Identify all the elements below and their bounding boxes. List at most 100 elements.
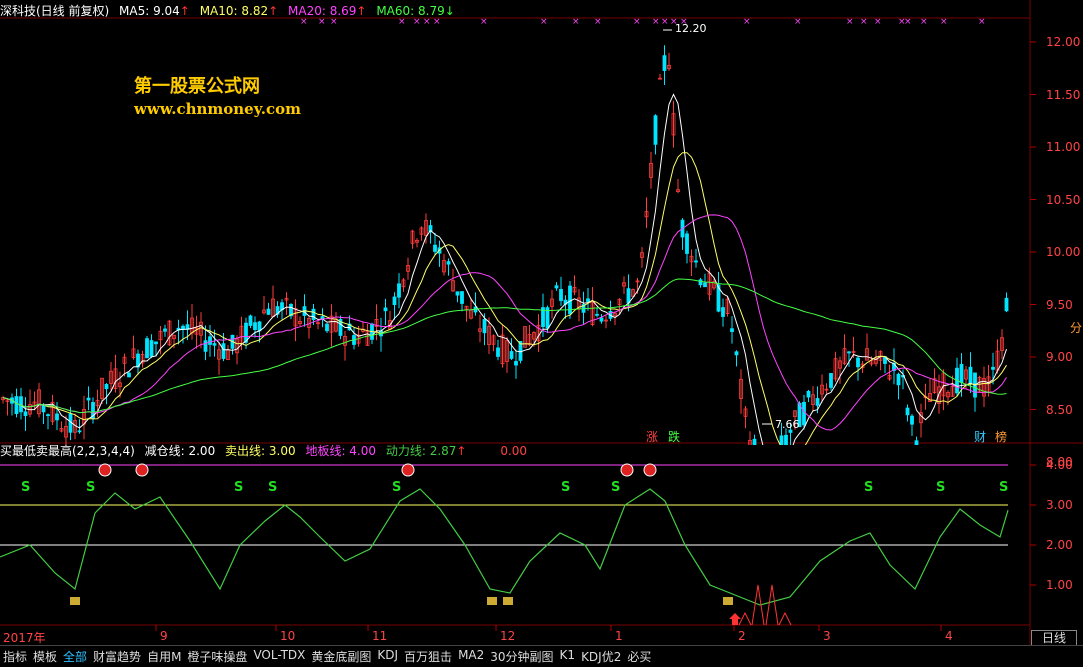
indicator-tab[interactable]: 自用M <box>147 648 181 665</box>
candle-body <box>653 115 658 145</box>
buy-box-icon <box>723 597 733 605</box>
x-signal-mark: × <box>633 17 641 27</box>
ma10-line <box>2 152 1007 445</box>
x-signal-mark: × <box>920 17 928 27</box>
candle-body <box>721 307 725 317</box>
candle-body <box>779 435 784 445</box>
candle-body <box>248 315 253 326</box>
sell-signal-s: S <box>561 480 570 495</box>
candlestick-chart[interactable]: × × × × × × × × × × × × × × × × × × × × × ×× × × × <box>0 0 1083 445</box>
indicator-tab[interactable]: KDJ <box>377 648 398 662</box>
candle-body <box>433 244 437 252</box>
candle-body <box>815 398 820 406</box>
candle-body <box>311 308 316 320</box>
x-signal-mark: × <box>398 17 406 27</box>
time-tick-label: 1 <box>615 629 623 643</box>
price-tick-label: 9.50 <box>1046 297 1073 312</box>
x-signal-mark: × <box>300 17 308 27</box>
x-signal-mark: × <box>661 17 669 27</box>
x-signal-mark: × <box>540 17 548 27</box>
candle-body <box>446 261 451 265</box>
ma20-line <box>2 214 1007 431</box>
candle-body <box>383 307 388 312</box>
price-tick-label: 11.00 <box>1046 140 1081 154</box>
candle-body <box>662 55 667 71</box>
indicator-tab[interactable]: MA2 <box>458 648 484 662</box>
price-tick-label: 10.50 <box>1046 192 1081 207</box>
ma5-line <box>2 93 1007 445</box>
indicator-tab[interactable]: KDJ优2 <box>581 648 621 665</box>
x-signal-mark: × <box>423 17 431 27</box>
price-tick-label: 11.50 <box>1046 87 1081 102</box>
price-tick-label: 8.50 <box>1046 402 1073 417</box>
indicator-tab[interactable]: 财富趋势 <box>93 648 141 665</box>
candle-body <box>698 279 703 286</box>
time-tick-label: 9 <box>160 629 168 643</box>
indicator-tab[interactable]: 指标 <box>3 648 27 665</box>
x-signal-mark: × <box>594 17 602 27</box>
indicator-tab[interactable]: 全部 <box>63 648 87 665</box>
candle-body <box>397 283 401 298</box>
candle-body <box>460 291 464 304</box>
red-spike <box>778 611 792 626</box>
candle-body <box>257 321 262 332</box>
candle-body <box>694 260 698 263</box>
candle-body <box>896 373 901 386</box>
candle-body <box>455 291 460 296</box>
candle-body <box>599 317 604 322</box>
time-tick-label: 12 <box>500 629 516 643</box>
candle-body <box>905 407 910 416</box>
buy-box-icon <box>70 597 80 605</box>
x-signal-mark: × <box>330 17 338 27</box>
sell-signal-s: S <box>234 480 243 495</box>
price-tick-label: 10.00 <box>1046 245 1081 259</box>
indicator-tab[interactable]: 30分钟副图 <box>490 648 553 665</box>
x-signal-mark: × <box>860 17 868 27</box>
candle-body <box>149 340 154 357</box>
candle-body <box>856 357 860 368</box>
candle-body <box>847 351 851 354</box>
sell-signal-s: S <box>999 480 1008 495</box>
sell-signal-s: S <box>611 480 620 495</box>
x-signal-mark: × <box>743 17 751 27</box>
period-button[interactable]: 日线 <box>1031 630 1077 646</box>
high-price-label: 12.20 <box>675 22 707 35</box>
indicator-tab[interactable]: K1 <box>560 648 576 662</box>
indicator-tab[interactable]: 百万狙击 <box>404 648 452 665</box>
buy-box-icon <box>487 597 497 605</box>
sell-signal-s: S <box>268 480 277 495</box>
candle-body <box>595 313 599 316</box>
candle-body <box>703 282 707 288</box>
indicator-tick-label: 4.00 <box>1046 458 1073 472</box>
x-signal-mark: × <box>846 17 854 27</box>
candle-body <box>392 296 397 306</box>
indicator-tick-label: 2.00 <box>1046 538 1073 552</box>
candle-body <box>55 413 59 421</box>
candle-body <box>104 384 109 390</box>
candle-body <box>910 415 914 425</box>
x-signal-mark: × <box>978 17 986 27</box>
indicator-tab[interactable]: 黄金底副图 <box>311 648 371 665</box>
x-signal-mark: × <box>433 17 441 27</box>
candle-body <box>802 401 806 426</box>
price-tick-label: 12.00 <box>1046 35 1081 49</box>
x-signal-mark: × <box>904 17 912 27</box>
candle-body <box>208 336 212 345</box>
indicator-tab[interactable]: 橙子味操盘 <box>187 648 247 665</box>
candle-body <box>41 405 46 413</box>
indicator-tab[interactable]: 模板 <box>33 648 57 665</box>
sell-signal-s: S <box>936 480 945 495</box>
x-signal-mark: × <box>794 17 802 27</box>
x-signal-mark: × <box>940 17 948 27</box>
candle-body <box>482 319 487 334</box>
indicator-chart[interactable]: SSSSSSSSSS <box>0 445 1083 645</box>
candle-body <box>626 288 631 304</box>
candle-body <box>496 347 500 357</box>
indicator-tab[interactable]: VOL-TDX <box>253 648 305 662</box>
indicator-tab[interactable]: 必买 <box>627 648 651 665</box>
time-tick-label: 3 <box>823 629 831 643</box>
indicator-tick-label: 1.00 <box>1046 578 1073 592</box>
sell-signal-s: S <box>392 480 401 495</box>
red-ball-icon <box>401 463 415 477</box>
zhang-marker: 涨 <box>646 430 659 444</box>
